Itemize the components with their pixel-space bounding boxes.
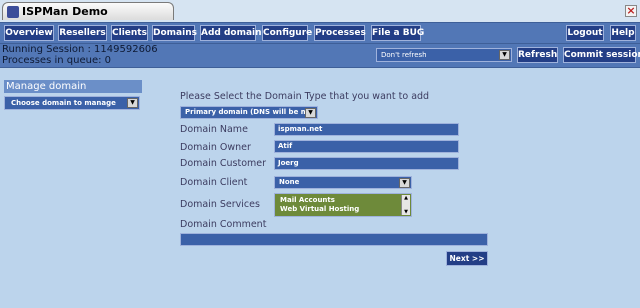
- domain-client-value: None: [279, 178, 300, 186]
- ispman-logo-icon: [7, 6, 19, 18]
- chevron-down-icon[interactable]: ▼: [127, 98, 138, 108]
- logout-button[interactable]: Logout: [566, 25, 604, 41]
- nav-resellers-button[interactable]: Resellers: [58, 25, 107, 41]
- nav-domains-button[interactable]: Domains: [152, 25, 197, 41]
- refresh-interval-select[interactable]: Don't refresh ▼: [376, 48, 512, 62]
- domain-services-list[interactable]: Mail Accounts Web Virtual Hosting ▲ ▼: [274, 193, 412, 217]
- next-button[interactable]: Next >>: [446, 251, 488, 266]
- chevron-down-icon[interactable]: ▼: [399, 178, 410, 188]
- domain-client-select[interactable]: None ▼: [274, 176, 412, 189]
- main-nav: Overview Resellers Clients Domains Add d…: [0, 22, 640, 44]
- choose-domain-select[interactable]: Choose domain to manage ▼: [4, 96, 140, 110]
- domain-owner-input[interactable]: Atif: [274, 140, 459, 153]
- commit-session-button[interactable]: Commit session: [563, 47, 640, 63]
- domain-name-label: Domain Name: [180, 124, 248, 135]
- manage-domain-heading: Manage domain: [4, 80, 142, 93]
- domain-type-select[interactable]: Primary domain (DNS will be ma ▼: [180, 106, 318, 119]
- nav-file-bug-button[interactable]: File a BUG: [371, 25, 424, 41]
- nav-configure-button[interactable]: Configure: [262, 25, 312, 41]
- nav-clients-button[interactable]: Clients: [111, 25, 148, 41]
- service-option[interactable]: Mail Accounts: [280, 196, 335, 204]
- running-session-text: Running Session : 1149592606: [2, 44, 158, 55]
- processes-queue-text: Processes in queue: 0: [2, 55, 112, 66]
- domain-comment-label: Domain Comment: [180, 219, 267, 230]
- chevron-down-icon[interactable]: ▼: [499, 50, 510, 60]
- domain-comment-textarea[interactable]: [180, 233, 488, 246]
- domain-customer-label: Domain Customer: [180, 158, 267, 169]
- nav-add-domain-button[interactable]: Add domain: [200, 25, 262, 41]
- scroll-down-icon[interactable]: ▼: [402, 209, 410, 215]
- help-button[interactable]: Help: [610, 25, 636, 41]
- nav-processes-button[interactable]: Processes: [314, 25, 366, 41]
- domain-name-input[interactable]: ispman.net: [274, 123, 459, 136]
- domain-type-value: Primary domain (DNS will be ma: [185, 108, 313, 116]
- domain-type-prompt: Please Select the Domain Type that you w…: [180, 91, 430, 102]
- choose-domain-value: Choose domain to manage: [11, 99, 116, 107]
- refresh-interval-value: Don't refresh: [381, 51, 427, 59]
- domain-owner-label: Domain Owner: [180, 142, 251, 153]
- service-option[interactable]: Web Virtual Hosting: [280, 205, 359, 213]
- window-tab[interactable]: ISPMan Demo: [2, 2, 174, 20]
- services-scrollbar[interactable]: ▲ ▼: [401, 195, 410, 215]
- nav-overview-button[interactable]: Overview: [4, 25, 54, 41]
- domain-customer-input[interactable]: Joerg: [274, 157, 459, 170]
- close-icon[interactable]: ×: [625, 5, 637, 17]
- chevron-down-icon[interactable]: ▼: [305, 108, 316, 118]
- scroll-up-icon[interactable]: ▲: [402, 195, 410, 201]
- window-title: ISPMan Demo: [22, 5, 108, 18]
- refresh-button[interactable]: Refresh: [517, 47, 558, 63]
- domain-client-label: Domain Client: [180, 177, 248, 188]
- domain-services-label: Domain Services: [180, 199, 260, 210]
